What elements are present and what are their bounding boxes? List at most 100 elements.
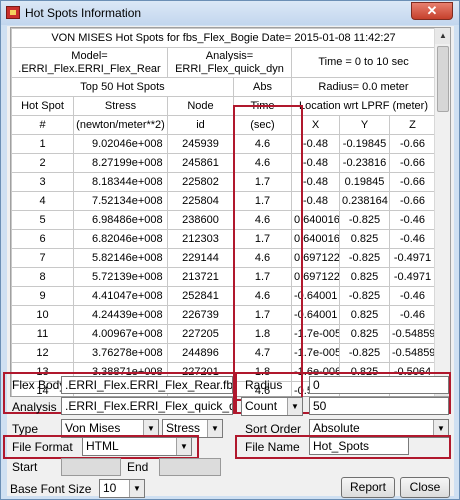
cell-x: -0.64001 (291, 305, 340, 325)
cell-z: -0.4971 (388, 248, 437, 268)
cell-time: 4.6 (233, 134, 292, 154)
model-header: Model= .ERRI_Flex.ERRI_Flex_Rear (11, 47, 168, 78)
cell-node: 226739 (167, 305, 234, 325)
cell-time: 4.6 (233, 248, 292, 268)
app-icon (6, 6, 20, 19)
file-name-field[interactable]: Hot_Spots (309, 437, 409, 455)
cell-stress: 8.18344e+008 (73, 172, 168, 192)
file-format-select-value: HTML (86, 439, 119, 453)
cell-y: 0.825 (339, 267, 390, 287)
unit-num: # (11, 115, 74, 135)
close-button-label: Close (409, 480, 441, 494)
table-row[interactable]: 10 4.24439e+008 226739 1.7 -0.64001 0.825 -0.4… (11, 305, 437, 325)
unit-x: X (291, 115, 340, 135)
chevron-down-icon[interactable]: ▼ (207, 420, 222, 437)
results-grid: VON MISES Hot Spots for fbs_Flex_Bogie D… (11, 28, 437, 396)
table-row[interactable]: 12 3.76278e+008 244896 4.7 -1.7e-005 -0.825 -0… (11, 343, 437, 363)
file-format-label: File Format (12, 440, 73, 454)
stress-select-value: Stress (166, 421, 201, 435)
chevron-down-icon[interactable]: ▼ (176, 438, 191, 455)
chevron-down-icon[interactable]: ▼ (143, 420, 158, 437)
flex-body-label: Flex Body (12, 378, 66, 392)
file-format-select[interactable]: HTML ▼ (82, 437, 192, 456)
unit-id: id (167, 115, 234, 135)
cell-node: 225802 (167, 172, 234, 192)
cell-stress: 5.82146e+008 (73, 248, 168, 268)
table-row[interactable]: 2 8.27199e+008 245861 4.6 -0.48 -0.23816 -0.66 (11, 153, 437, 173)
cell-num: 7 (11, 248, 74, 268)
title-bar[interactable]: Hot Spots Information ✕ (1, 1, 459, 25)
start-label: Start (12, 460, 38, 474)
cell-x: -1.7e-005 (291, 343, 340, 363)
unit-time: (sec) (233, 115, 292, 135)
cell-z: -0.66 (388, 191, 437, 211)
radius-label: Radius (245, 378, 283, 392)
chevron-down-icon[interactable]: ▼ (287, 398, 302, 415)
table-row[interactable]: 1 9.02046e+008 245939 4.6 -0.48 -0.19845 -0.66 (11, 134, 437, 154)
table-row[interactable]: 3 8.18344e+008 225802 1.7 -0.48 0.19845 -0.66 (11, 172, 437, 192)
count-field[interactable]: 50 (309, 397, 449, 415)
cell-x: -0.48 (291, 134, 340, 154)
cell-x: 0.640016 (291, 229, 340, 249)
type-select-value: Von Mises (65, 421, 121, 435)
scroll-thumb[interactable] (437, 46, 449, 112)
stress-select[interactable]: Stress ▼ (162, 419, 223, 438)
unit-y: Y (339, 115, 390, 135)
window-close-icon[interactable]: ✕ (411, 2, 453, 20)
cell-stress: 5.72139e+008 (73, 267, 168, 287)
cell-x: 0.697122 (291, 267, 340, 287)
close-button[interactable]: Close (400, 477, 450, 498)
dialog-client: VON MISES Hot Spots for fbs_Flex_Bogie D… (3, 26, 454, 498)
report-button[interactable]: Report (341, 477, 395, 498)
cell-stress: 4.24439e+008 (73, 305, 168, 325)
hot-spots-window: Hot Spots Information ✕ VON MISES Hot Sp… (0, 0, 460, 500)
cell-z: -0.54859 (388, 343, 437, 363)
window-title: Hot Spots Information (25, 6, 142, 20)
col-hotspot: Hot Spot (11, 96, 74, 116)
table-row[interactable]: 6 6.82046e+008 212303 1.7 0.640016 0.825 -0.46 (11, 229, 437, 249)
cell-z: -0.4971 (388, 267, 437, 287)
cell-node: 252841 (167, 286, 234, 306)
radius-field[interactable]: 0 (309, 376, 449, 394)
type-select[interactable]: Von Mises ▼ (61, 419, 159, 438)
abs-header: Abs (233, 77, 292, 97)
cell-node: 213721 (167, 267, 234, 287)
cell-node: 229144 (167, 248, 234, 268)
sort-order-select[interactable]: Absolute ▼ (309, 419, 449, 438)
cell-x: -0.48 (291, 153, 340, 173)
cell-z: -0.46 (388, 305, 437, 325)
chevron-down-icon[interactable]: ▼ (129, 480, 144, 497)
cell-num: 4 (11, 191, 74, 211)
base-font-select[interactable]: 10 ▼ (99, 479, 145, 498)
table-row[interactable]: 8 5.72139e+008 213721 1.7 0.697122 0.825 -0.49… (11, 267, 437, 287)
cell-time: 1.7 (233, 229, 292, 249)
cell-time: 1.7 (233, 267, 292, 287)
col-time: Time (233, 96, 292, 116)
cell-y: -0.825 (339, 343, 390, 363)
cell-time: 1.7 (233, 172, 292, 192)
chevron-down-icon[interactable]: ▼ (433, 420, 448, 437)
table-scrollbar[interactable]: ▲ ▼ (434, 28, 450, 396)
base-font-label: Base Font Size (10, 482, 92, 496)
end-field[interactable] (159, 458, 221, 476)
table-row[interactable]: 7 5.82146e+008 229144 4.6 0.697122 -0.825 -0.4… (11, 248, 437, 268)
scroll-up-icon[interactable]: ▲ (435, 28, 450, 44)
cell-z: -0.66 (388, 153, 437, 173)
flex-body-field[interactable]: .ERRI_Flex.ERRI_Flex_Rear.fbs_Flex_B (61, 376, 233, 394)
cell-y: -0.19845 (339, 134, 390, 154)
table-row[interactable]: 4 7.52134e+008 225804 1.7 -0.48 0.238164 -0.66 (11, 191, 437, 211)
table-row[interactable]: 9 4.41047e+008 252841 4.6 -0.64001 -0.825 -0.4… (11, 286, 437, 306)
hot-spots-table[interactable]: VON MISES Hot Spots for fbs_Flex_Bogie D… (10, 27, 451, 397)
cell-z: -0.46 (388, 286, 437, 306)
table-row[interactable]: 5 6.98486e+008 238600 4.6 0.640016 -0.825 -0.4… (11, 210, 437, 230)
radius-header: Radius= 0.0 meter (290, 77, 437, 97)
unit-stress: (newton/meter**2) (73, 115, 168, 135)
count-select[interactable]: Count ▼ (241, 397, 303, 416)
cell-num: 3 (11, 172, 74, 192)
analysis-header: Analysis= ERRI_Flex_quick_dyn (167, 47, 292, 78)
cell-y: 0.825 (339, 305, 390, 325)
analysis-field[interactable]: .ERRI_Flex.ERRI_Flex_quick_dyn (61, 397, 233, 415)
cell-time: 1.8 (233, 324, 292, 344)
table-row[interactable]: 11 4.00967e+008 227205 1.8 -1.7e-005 0.825 -0.… (11, 324, 437, 344)
start-field[interactable] (61, 458, 121, 476)
